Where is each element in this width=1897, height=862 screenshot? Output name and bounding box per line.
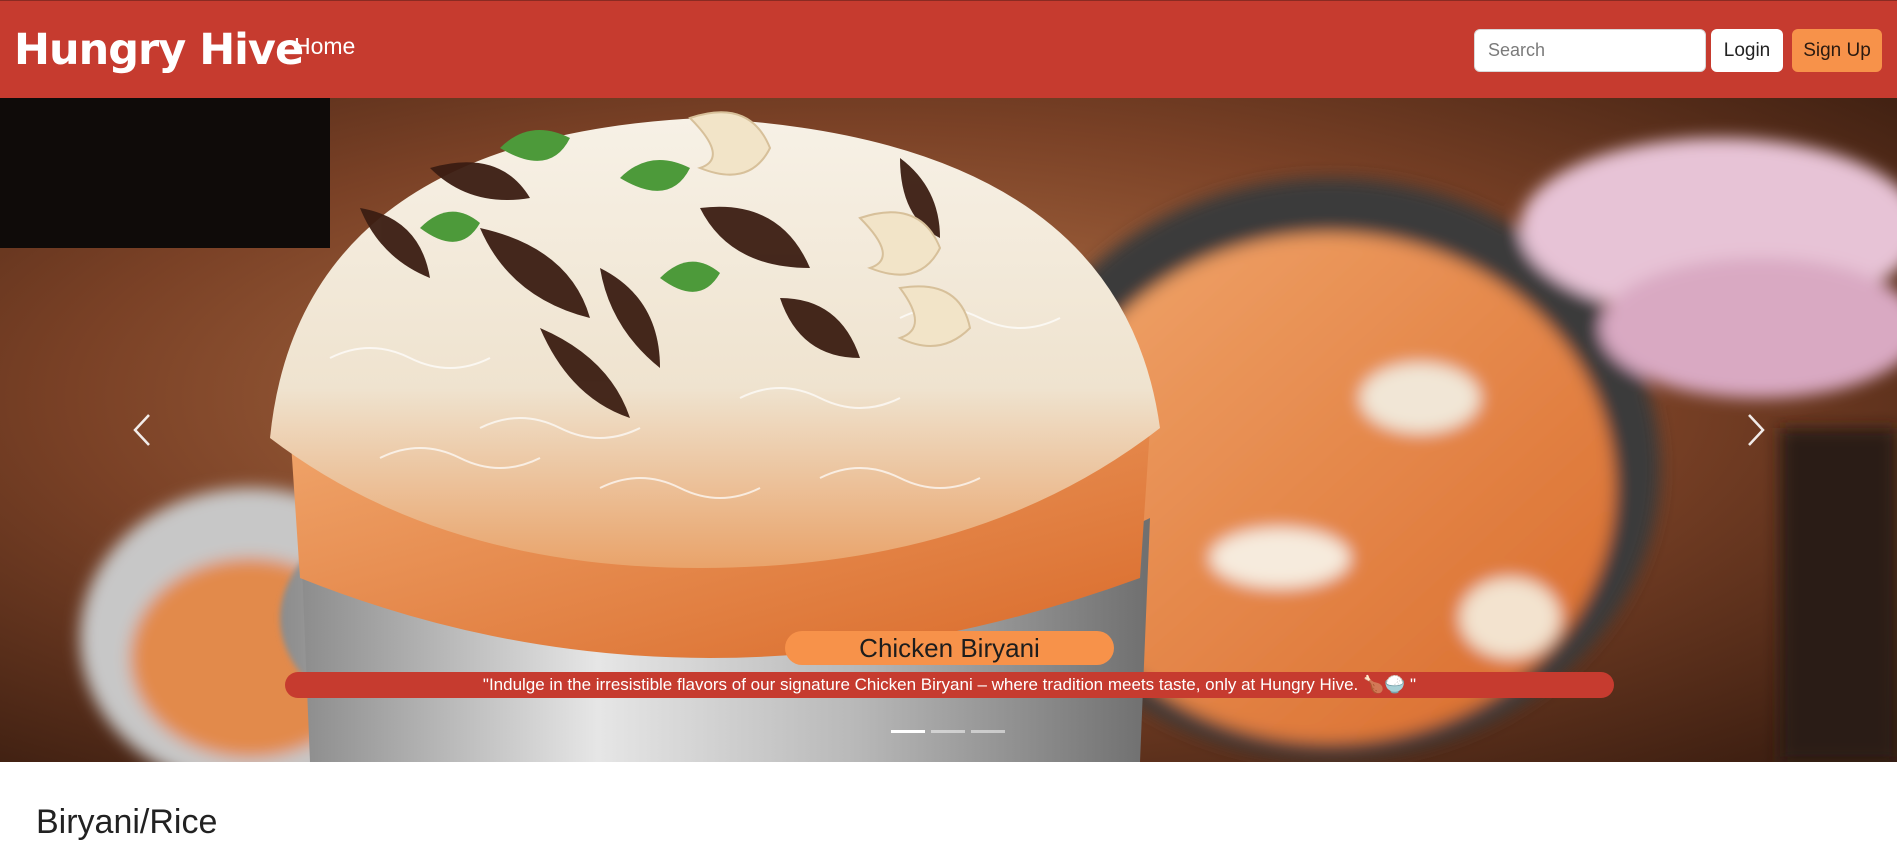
slide-caption-text: "Indulge in the irresistible flavors of … bbox=[285, 672, 1614, 698]
carousel-indicator-2[interactable] bbox=[931, 730, 965, 733]
login-button[interactable]: Login bbox=[1711, 29, 1783, 72]
chevron-right-icon bbox=[1748, 414, 1765, 446]
brand-logo[interactable]: Hungry Hive bbox=[14, 23, 304, 77]
slide-caption-title: Chicken Biryani bbox=[785, 631, 1114, 665]
carousel-indicator-1[interactable] bbox=[891, 730, 925, 733]
hero-carousel: Chicken Biryani "Indulge in the irresist… bbox=[0, 98, 1897, 762]
carousel-indicators bbox=[891, 730, 1005, 736]
carousel-prev-button[interactable] bbox=[112, 400, 172, 460]
search-input[interactable] bbox=[1474, 29, 1706, 72]
carousel-indicator-3[interactable] bbox=[971, 730, 1005, 733]
section-title: Biryani/Rice bbox=[36, 803, 218, 841]
nav-link-home[interactable]: Home bbox=[294, 31, 355, 61]
navbar: Hungry Hive Home Login Sign Up bbox=[0, 0, 1897, 98]
chevron-left-icon bbox=[133, 414, 150, 446]
carousel-next-button[interactable] bbox=[1726, 400, 1786, 460]
signup-button[interactable]: Sign Up bbox=[1792, 29, 1882, 72]
